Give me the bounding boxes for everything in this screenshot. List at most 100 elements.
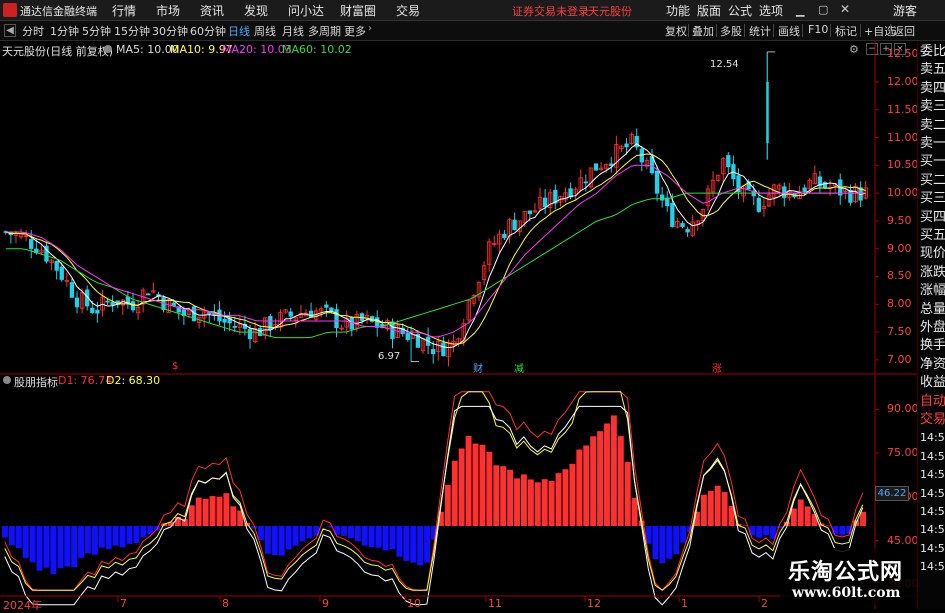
indicator-bar — [604, 424, 610, 526]
indicator-bar — [16, 526, 22, 548]
btn-draw[interactable]: 画线 — [778, 23, 800, 39]
app-logo-icon — [3, 3, 17, 17]
side-panel-item[interactable]: 14:56 — [920, 448, 945, 466]
period-5min[interactable]: 5分钟 — [82, 23, 111, 39]
side-panel-item[interactable]: 卖一 — [920, 135, 945, 153]
divider — [830, 24, 831, 37]
period-timeshare[interactable]: 分时 — [22, 23, 44, 39]
period-60min[interactable]: 60分钟 — [190, 23, 226, 39]
indicator-bar — [313, 526, 319, 536]
indicator-bar — [549, 481, 555, 526]
btn-multi-stock[interactable]: 多股 — [720, 23, 742, 39]
indicator-bar — [383, 526, 389, 550]
side-panel-item[interactable]: 卖五 — [920, 61, 945, 79]
kline-chart[interactable] — [0, 41, 917, 609]
period-1min[interactable]: 1分钟 — [50, 23, 79, 39]
side-panel-item[interactable]: 净资 — [920, 356, 945, 374]
side-panel-item[interactable]: 总量 — [920, 301, 945, 319]
menu-quotes[interactable]: 行情 — [112, 2, 136, 19]
minimize-icon[interactable]: ▁ — [796, 4, 804, 17]
login-status[interactable]: 证券交易未登录 — [512, 3, 589, 19]
side-panel-item[interactable]: 14:56 — [920, 485, 945, 503]
indicator-bar — [99, 526, 105, 548]
period-multi[interactable]: 多周期 — [308, 23, 341, 39]
btn-rights[interactable]: 复权 — [665, 23, 687, 39]
gear-icon[interactable]: ⚙ — [849, 43, 859, 56]
side-panel-item[interactable]: 买五 — [920, 227, 945, 245]
indicator-bar — [514, 478, 520, 526]
sub-settings-icon[interactable] — [3, 376, 11, 384]
indicator-bar — [763, 526, 769, 535]
indicator-bar — [507, 470, 513, 526]
side-panel-item[interactable]: 外盘 — [920, 319, 945, 337]
side-panel-item[interactable]: 卖二 — [920, 117, 945, 135]
btn-mark[interactable]: 标记 — [835, 23, 857, 39]
side-panel-item[interactable]: 买一 — [920, 153, 945, 171]
menu-formula[interactable]: 公式 — [728, 2, 752, 19]
close-icon[interactable]: ✕ — [840, 2, 850, 16]
period-15min[interactable]: 15分钟 — [114, 23, 150, 39]
side-panel-item[interactable]: 交易 — [920, 411, 945, 429]
side-panel-item[interactable]: 14:56 — [920, 429, 945, 447]
side-panel-item[interactable]: 买二 — [920, 172, 945, 190]
indicator-bar — [583, 445, 589, 526]
side-panel-item[interactable]: 买四 — [920, 209, 945, 227]
period-monthly[interactable]: 月线 — [282, 23, 304, 39]
menu-function[interactable]: 功能 — [666, 2, 690, 19]
marker-reduce[interactable]: 减 — [514, 360, 524, 375]
indicator-bar — [632, 498, 638, 526]
settings-dot-icon[interactable] — [104, 45, 112, 53]
indicator-bar — [756, 526, 762, 538]
side-panel-item[interactable]: 卖四 — [920, 80, 945, 98]
side-panel-item[interactable]: 14:56 — [920, 521, 945, 539]
menu-xiaoda[interactable]: 问小达 — [288, 2, 324, 19]
indicator-bar — [542, 479, 548, 526]
side-panel-item[interactable]: 14:56 — [920, 558, 945, 576]
side-panel-item[interactable]: 委比 — [920, 43, 945, 61]
marker-finance[interactable]: 财 — [473, 360, 483, 375]
menu-trade[interactable]: 交易 — [396, 2, 420, 19]
menu-layout[interactable]: 版面 — [697, 2, 721, 19]
price-tick-label: 8.50 — [887, 269, 912, 282]
period-daily[interactable]: 日线 — [228, 23, 250, 39]
side-panel-item[interactable]: 14:56 — [920, 540, 945, 558]
period-30min[interactable]: 30分钟 — [152, 23, 188, 39]
nav-left-icon[interactable]: ◀ — [4, 24, 16, 37]
user-label[interactable]: 游客 — [893, 2, 917, 19]
chart-title: 天元股份(日线 前复权) — [2, 43, 113, 59]
side-panel-item[interactable]: 换手 — [920, 337, 945, 355]
candle-body — [610, 164, 614, 166]
zoom-out-icon[interactable]: − — [866, 43, 878, 55]
marker-dollar[interactable]: $ — [172, 361, 178, 372]
btn-overlay[interactable]: 叠加 — [692, 23, 714, 39]
side-panel-item[interactable]: 自动 — [920, 393, 945, 411]
indicator-bar — [113, 526, 119, 546]
side-panel-item[interactable]: 14:56 — [920, 466, 945, 484]
period-more[interactable]: 更多 — [344, 23, 366, 39]
ma5-line — [6, 144, 866, 348]
side-panel-item[interactable]: 卖三 — [920, 98, 945, 116]
side-panel-item[interactable]: 收益 — [920, 374, 945, 392]
indicator-bar — [210, 496, 216, 526]
side-panel-item[interactable]: 买三 — [920, 190, 945, 208]
candle-body — [849, 190, 853, 202]
maximize-icon[interactable]: ▢ — [818, 3, 828, 16]
side-panel-item[interactable]: 现价 — [920, 245, 945, 263]
btn-stats[interactable]: 统计 — [749, 23, 771, 39]
divider — [716, 24, 717, 37]
btn-back[interactable]: 返回 — [893, 23, 915, 39]
side-panel-item[interactable]: 涨幅 — [920, 282, 945, 300]
menu-options[interactable]: 选项 — [759, 2, 783, 19]
btn-f10[interactable]: F10 — [808, 23, 828, 36]
side-panel-item[interactable]: 14:56 — [920, 503, 945, 521]
period-weekly[interactable]: 周线 — [254, 23, 276, 39]
menu-market[interactable]: 市场 — [156, 2, 180, 19]
menu-discover[interactable]: 发现 — [244, 2, 268, 19]
side-panel-item[interactable]: 涨跌 — [920, 264, 945, 282]
indicator-bar — [355, 526, 361, 541]
more-arrow-icon[interactable]: › — [368, 23, 372, 34]
indicator-bar — [486, 452, 492, 526]
menu-news[interactable]: 资讯 — [200, 2, 224, 19]
menu-wealth[interactable]: 财富圈 — [340, 2, 376, 19]
marker-rise[interactable]: 涨 — [712, 360, 722, 375]
